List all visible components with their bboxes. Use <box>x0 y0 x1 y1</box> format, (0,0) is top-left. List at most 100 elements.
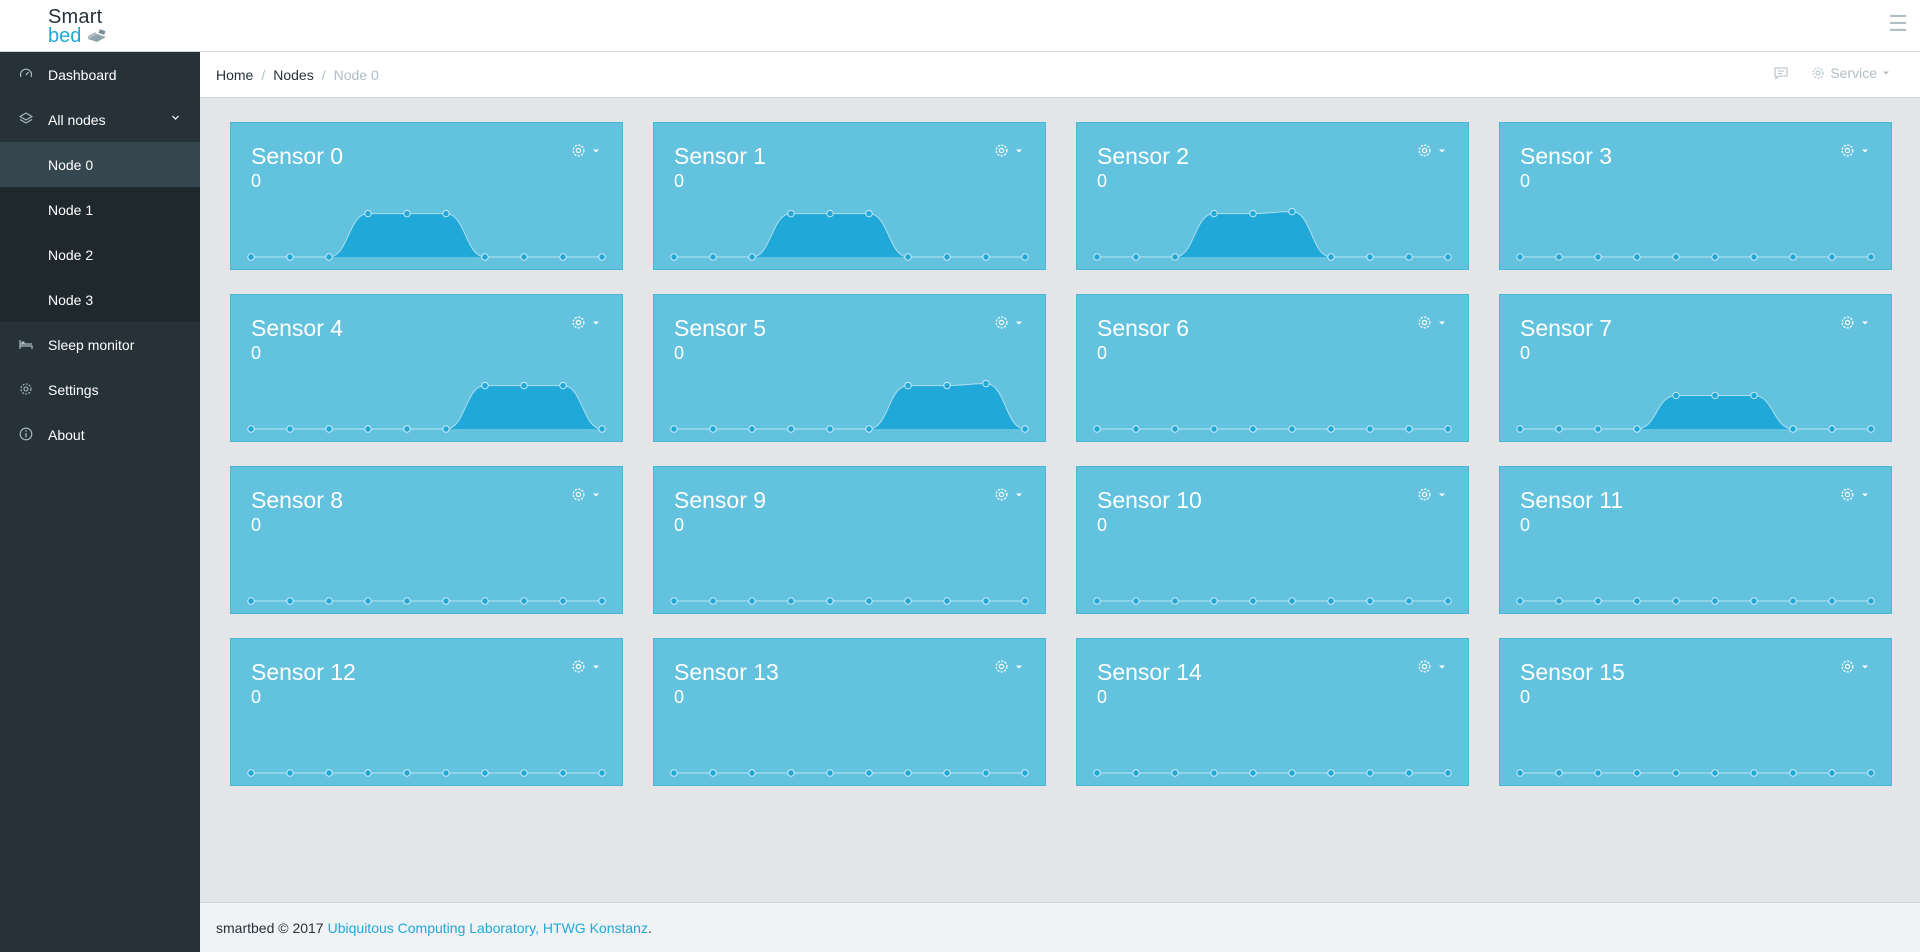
sensor-point <box>1021 597 1029 605</box>
caret-down-icon <box>1439 493 1445 496</box>
sensor-point <box>520 769 528 777</box>
sensor-settings-dropdown[interactable] <box>571 487 600 502</box>
sidebar-item-label: All nodes <box>48 111 106 128</box>
sensor-point <box>1750 769 1758 777</box>
sensor-point <box>1210 425 1218 433</box>
sensor-card: Sensor 60 <box>1076 294 1469 442</box>
gear-icon <box>1841 316 1854 329</box>
gear-icon <box>572 144 585 157</box>
sensor-area <box>251 213 602 257</box>
sensor-point <box>826 425 834 433</box>
brand-logo[interactable]: Smart bed <box>46 5 116 47</box>
sensor-settings-dropdown[interactable] <box>1417 143 1446 158</box>
sensor-point <box>1789 597 1797 605</box>
sensor-point <box>1828 597 1836 605</box>
sensor-settings-dropdown[interactable] <box>994 487 1023 502</box>
sensor-card: Sensor 12 0 <box>230 638 623 786</box>
sensor-value: 0 <box>1520 515 1531 535</box>
sensor-point <box>1516 597 1524 605</box>
sensor-point <box>1288 769 1296 777</box>
sensor-title: Sensor 4 <box>251 315 344 341</box>
sensor-settings-dropdown[interactable] <box>571 659 600 674</box>
sensor-point <box>670 597 678 605</box>
sensor-point <box>1171 597 1179 605</box>
sensor-point <box>1093 769 1101 777</box>
sensor-point <box>943 381 951 390</box>
caret-down-icon <box>1439 321 1445 324</box>
sidebar-item-sleep-monitor[interactable]: Sleep monitor <box>0 322 200 367</box>
sensor-settings-dropdown[interactable] <box>1840 659 1869 674</box>
sidebar-item-node-2[interactable]: Node 2 <box>0 232 200 277</box>
breadcrumb: Home / Nodes / Node 0 Service <box>200 52 1920 98</box>
caret-down-icon <box>1439 665 1445 668</box>
sensor-point <box>559 381 567 390</box>
sensor-point <box>520 253 528 261</box>
sidebar-item-settings[interactable]: Settings <box>0 367 200 412</box>
footer-link[interactable]: Ubiquitous Computing Laboratory, HTWG Ko… <box>328 920 648 936</box>
sensor-point <box>1828 425 1836 433</box>
sensor-point <box>982 769 990 777</box>
sensor-point <box>1633 425 1641 433</box>
sensor-point <box>1672 769 1680 777</box>
sensor-settings-dropdown[interactable] <box>1840 143 1869 158</box>
sensor-point <box>1633 769 1641 777</box>
speech-icon[interactable] <box>1773 66 1789 80</box>
sensor-settings-dropdown[interactable] <box>571 315 600 330</box>
sidebar-item-node-3[interactable]: Node 3 <box>0 277 200 322</box>
sensor-settings-dropdown[interactable] <box>571 143 600 158</box>
gear-icon <box>1418 660 1431 673</box>
sidebar-item-node-0[interactable]: Node 0 <box>0 142 200 187</box>
breadcrumb-separator: / <box>261 66 266 83</box>
sensor-value: 0 <box>674 343 685 363</box>
sensor-value: 0 <box>674 171 685 191</box>
sensor-point <box>1711 769 1719 777</box>
sensor-point <box>1288 207 1296 216</box>
sensor-settings-dropdown[interactable] <box>994 143 1023 158</box>
sidebar-item-node-1[interactable]: Node 1 <box>0 187 200 232</box>
breadcrumb-menu: Service <box>1773 65 1890 81</box>
sidebar-item-all-nodes[interactable]: All nodes <box>0 97 200 142</box>
sensor-point <box>1672 391 1680 400</box>
sidebar-item-about[interactable]: About <box>0 412 200 457</box>
gear-icon <box>1418 144 1431 157</box>
sensor-point <box>748 253 756 261</box>
sensor-point <box>1672 253 1680 261</box>
sensor-settings-dropdown[interactable] <box>1840 315 1869 330</box>
sensor-point <box>1750 597 1758 605</box>
sensor-settings-dropdown[interactable] <box>994 659 1023 674</box>
gear-icon <box>572 660 585 673</box>
sensor-point <box>670 425 678 433</box>
menu-toggle-icon[interactable]: ☰ <box>1888 13 1908 35</box>
caret-down-icon <box>1016 321 1022 324</box>
sensor-point <box>1132 769 1140 777</box>
sensor-value: 0 <box>674 515 685 535</box>
sensor-settings-dropdown[interactable] <box>1417 659 1446 674</box>
bed-logo-icon <box>88 29 106 42</box>
sensor-settings-dropdown[interactable] <box>994 315 1023 330</box>
sensor-point <box>286 425 294 433</box>
sensor-settings-dropdown[interactable] <box>1417 315 1446 330</box>
breadcrumb-nodes[interactable]: Nodes <box>273 67 313 83</box>
sensor-point <box>943 253 951 261</box>
sensor-point <box>481 381 489 390</box>
sensor-area <box>674 213 1025 257</box>
sensor-point <box>1789 769 1797 777</box>
sensor-value: 0 <box>674 687 685 707</box>
sensor-point <box>1132 597 1140 605</box>
sensor-settings-dropdown[interactable] <box>1417 487 1446 502</box>
gear-icon <box>1841 488 1854 501</box>
sensor-point <box>1444 253 1452 261</box>
caret-down-icon <box>1862 149 1868 152</box>
service-dropdown[interactable]: Service <box>1811 65 1890 81</box>
sensor-settings-dropdown[interactable] <box>1840 487 1869 502</box>
sensor-point <box>559 253 567 261</box>
sidebar-item-dashboard[interactable]: Dashboard <box>0 52 200 97</box>
breadcrumb-home[interactable]: Home <box>216 67 253 83</box>
sensor-point <box>1327 425 1335 433</box>
sensor-point <box>904 597 912 605</box>
sensor-point <box>1594 425 1602 433</box>
sensor-point <box>403 209 411 218</box>
sensor-point <box>598 769 606 777</box>
sensor-point <box>787 597 795 605</box>
sensor-grid: Sensor 0 0 Sensor 1 0 Sensor 2 0 Sensor 3 0 Sens… <box>230 122 1892 786</box>
